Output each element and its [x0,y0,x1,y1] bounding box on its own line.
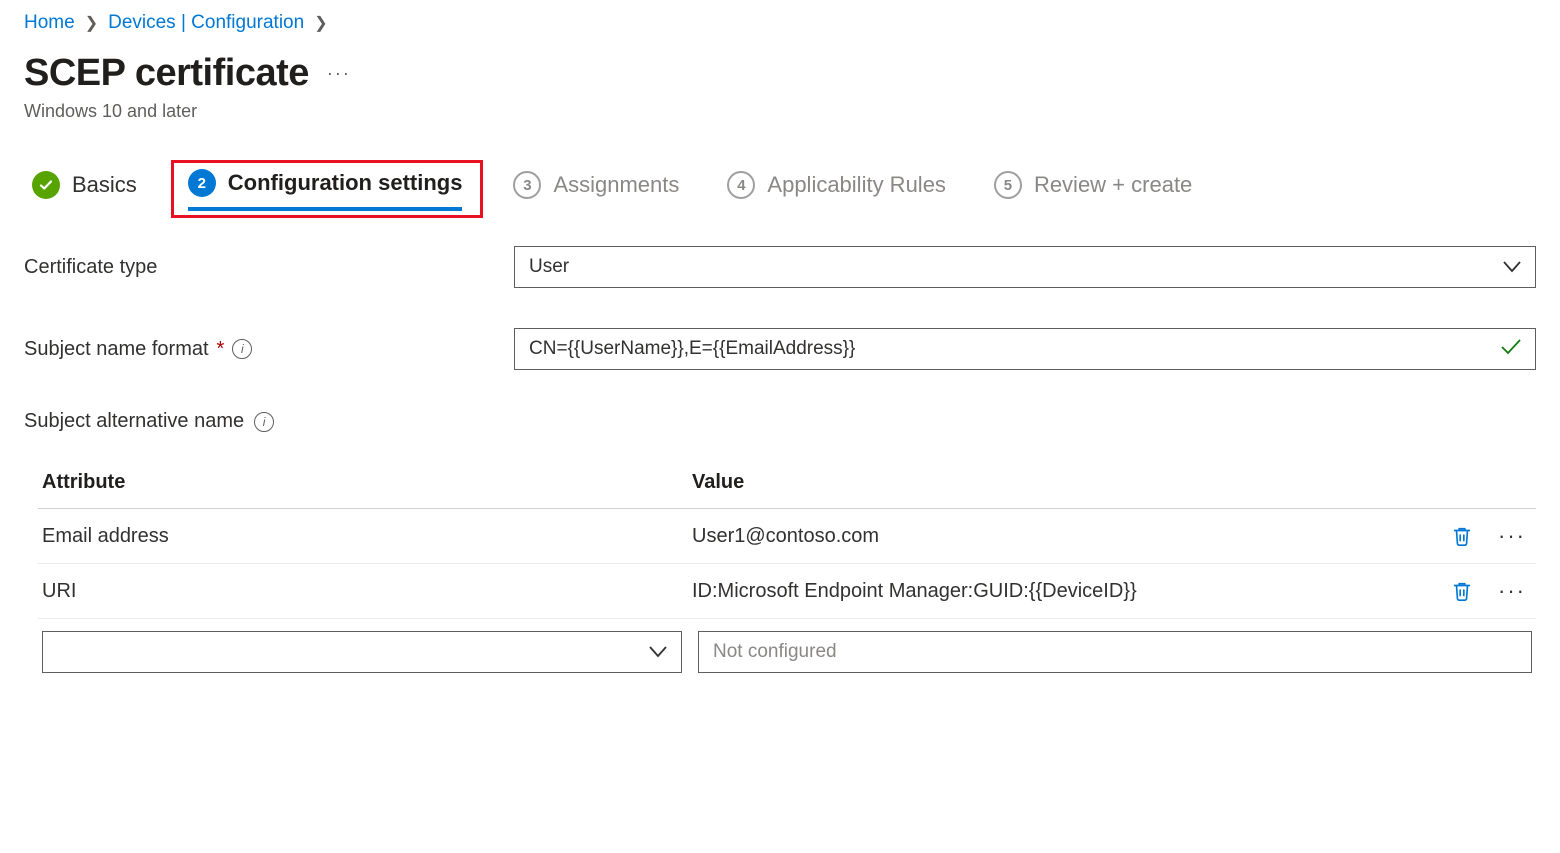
san-attr: Email address [42,525,692,548]
step-label: Review + create [1034,172,1192,198]
san-row: Email address User1@contoso.com ··· [38,509,1536,564]
snf-value: CN={{UserName}},E={{EmailAddress}} [529,338,855,360]
step-number-icon: 3 [513,171,541,199]
step-assignments[interactable]: 3 Assignments [513,171,679,209]
step-label: Applicability Rules [767,172,946,198]
chevron-right-icon: ❯ [314,13,327,33]
more-icon[interactable]: ··· [1492,578,1532,604]
step-review-create[interactable]: 5 Review + create [994,171,1192,209]
more-icon[interactable]: ··· [1492,523,1532,549]
breadcrumb-devices[interactable]: Devices | Configuration [108,12,304,34]
required-asterisk: * [217,338,225,361]
info-icon[interactable]: i [232,339,252,359]
step-label: Assignments [553,172,679,198]
san-val: ID:Microsoft Endpoint Manager:GUID:{{Dev… [692,580,1432,603]
san-new-placeholder: Not configured [713,641,837,663]
step-label: Basics [72,172,137,198]
san-new-attr-select[interactable] [42,631,682,673]
san-table: Attribute Value Email address User1@cont… [24,457,1536,681]
chevron-down-icon [1503,257,1521,278]
step-basics[interactable]: Basics [32,171,137,209]
highlight-box: 2 Configuration settings [171,160,484,218]
info-icon[interactable]: i [254,412,274,432]
breadcrumb: Home ❯ Devices | Configuration ❯ [24,12,1536,34]
step-applicability-rules[interactable]: 4 Applicability Rules [727,171,946,209]
cert-type-select[interactable]: User [514,246,1536,288]
san-attr: URI [42,580,692,603]
delete-icon[interactable] [1432,524,1492,548]
snf-input[interactable]: CN={{UserName}},E={{EmailAddress}} [514,328,1536,370]
step-number-icon: 2 [188,169,216,197]
check-circle-icon [32,171,60,199]
san-label: Subject alternative name i [24,410,1536,433]
cert-type-value: User [529,256,569,278]
breadcrumb-home[interactable]: Home [24,12,75,34]
san-header-attribute: Attribute [42,471,692,494]
check-icon [1501,338,1521,361]
page-subtitle: Windows 10 and later [24,101,1536,122]
page-title: SCEP certificate [24,52,309,95]
san-row: URI ID:Microsoft Endpoint Manager:GUID:{… [38,564,1536,619]
step-label: Configuration settings [228,170,463,196]
chevron-down-icon [649,642,667,663]
step-number-icon: 5 [994,171,1022,199]
san-new-value-input[interactable]: Not configured [698,631,1532,673]
step-configuration-settings[interactable]: 2 Configuration settings [188,169,463,211]
delete-icon[interactable] [1432,579,1492,603]
san-header-value: Value [692,471,1432,494]
cert-type-label: Certificate type [24,256,514,279]
chevron-right-icon: ❯ [85,13,98,33]
wizard-steps: Basics 2 Configuration settings 3 Assign… [24,166,1536,214]
san-val: User1@contoso.com [692,525,1432,548]
more-icon[interactable]: ··· [327,63,351,84]
step-number-icon: 4 [727,171,755,199]
snf-label: Subject name format * i [24,338,514,361]
